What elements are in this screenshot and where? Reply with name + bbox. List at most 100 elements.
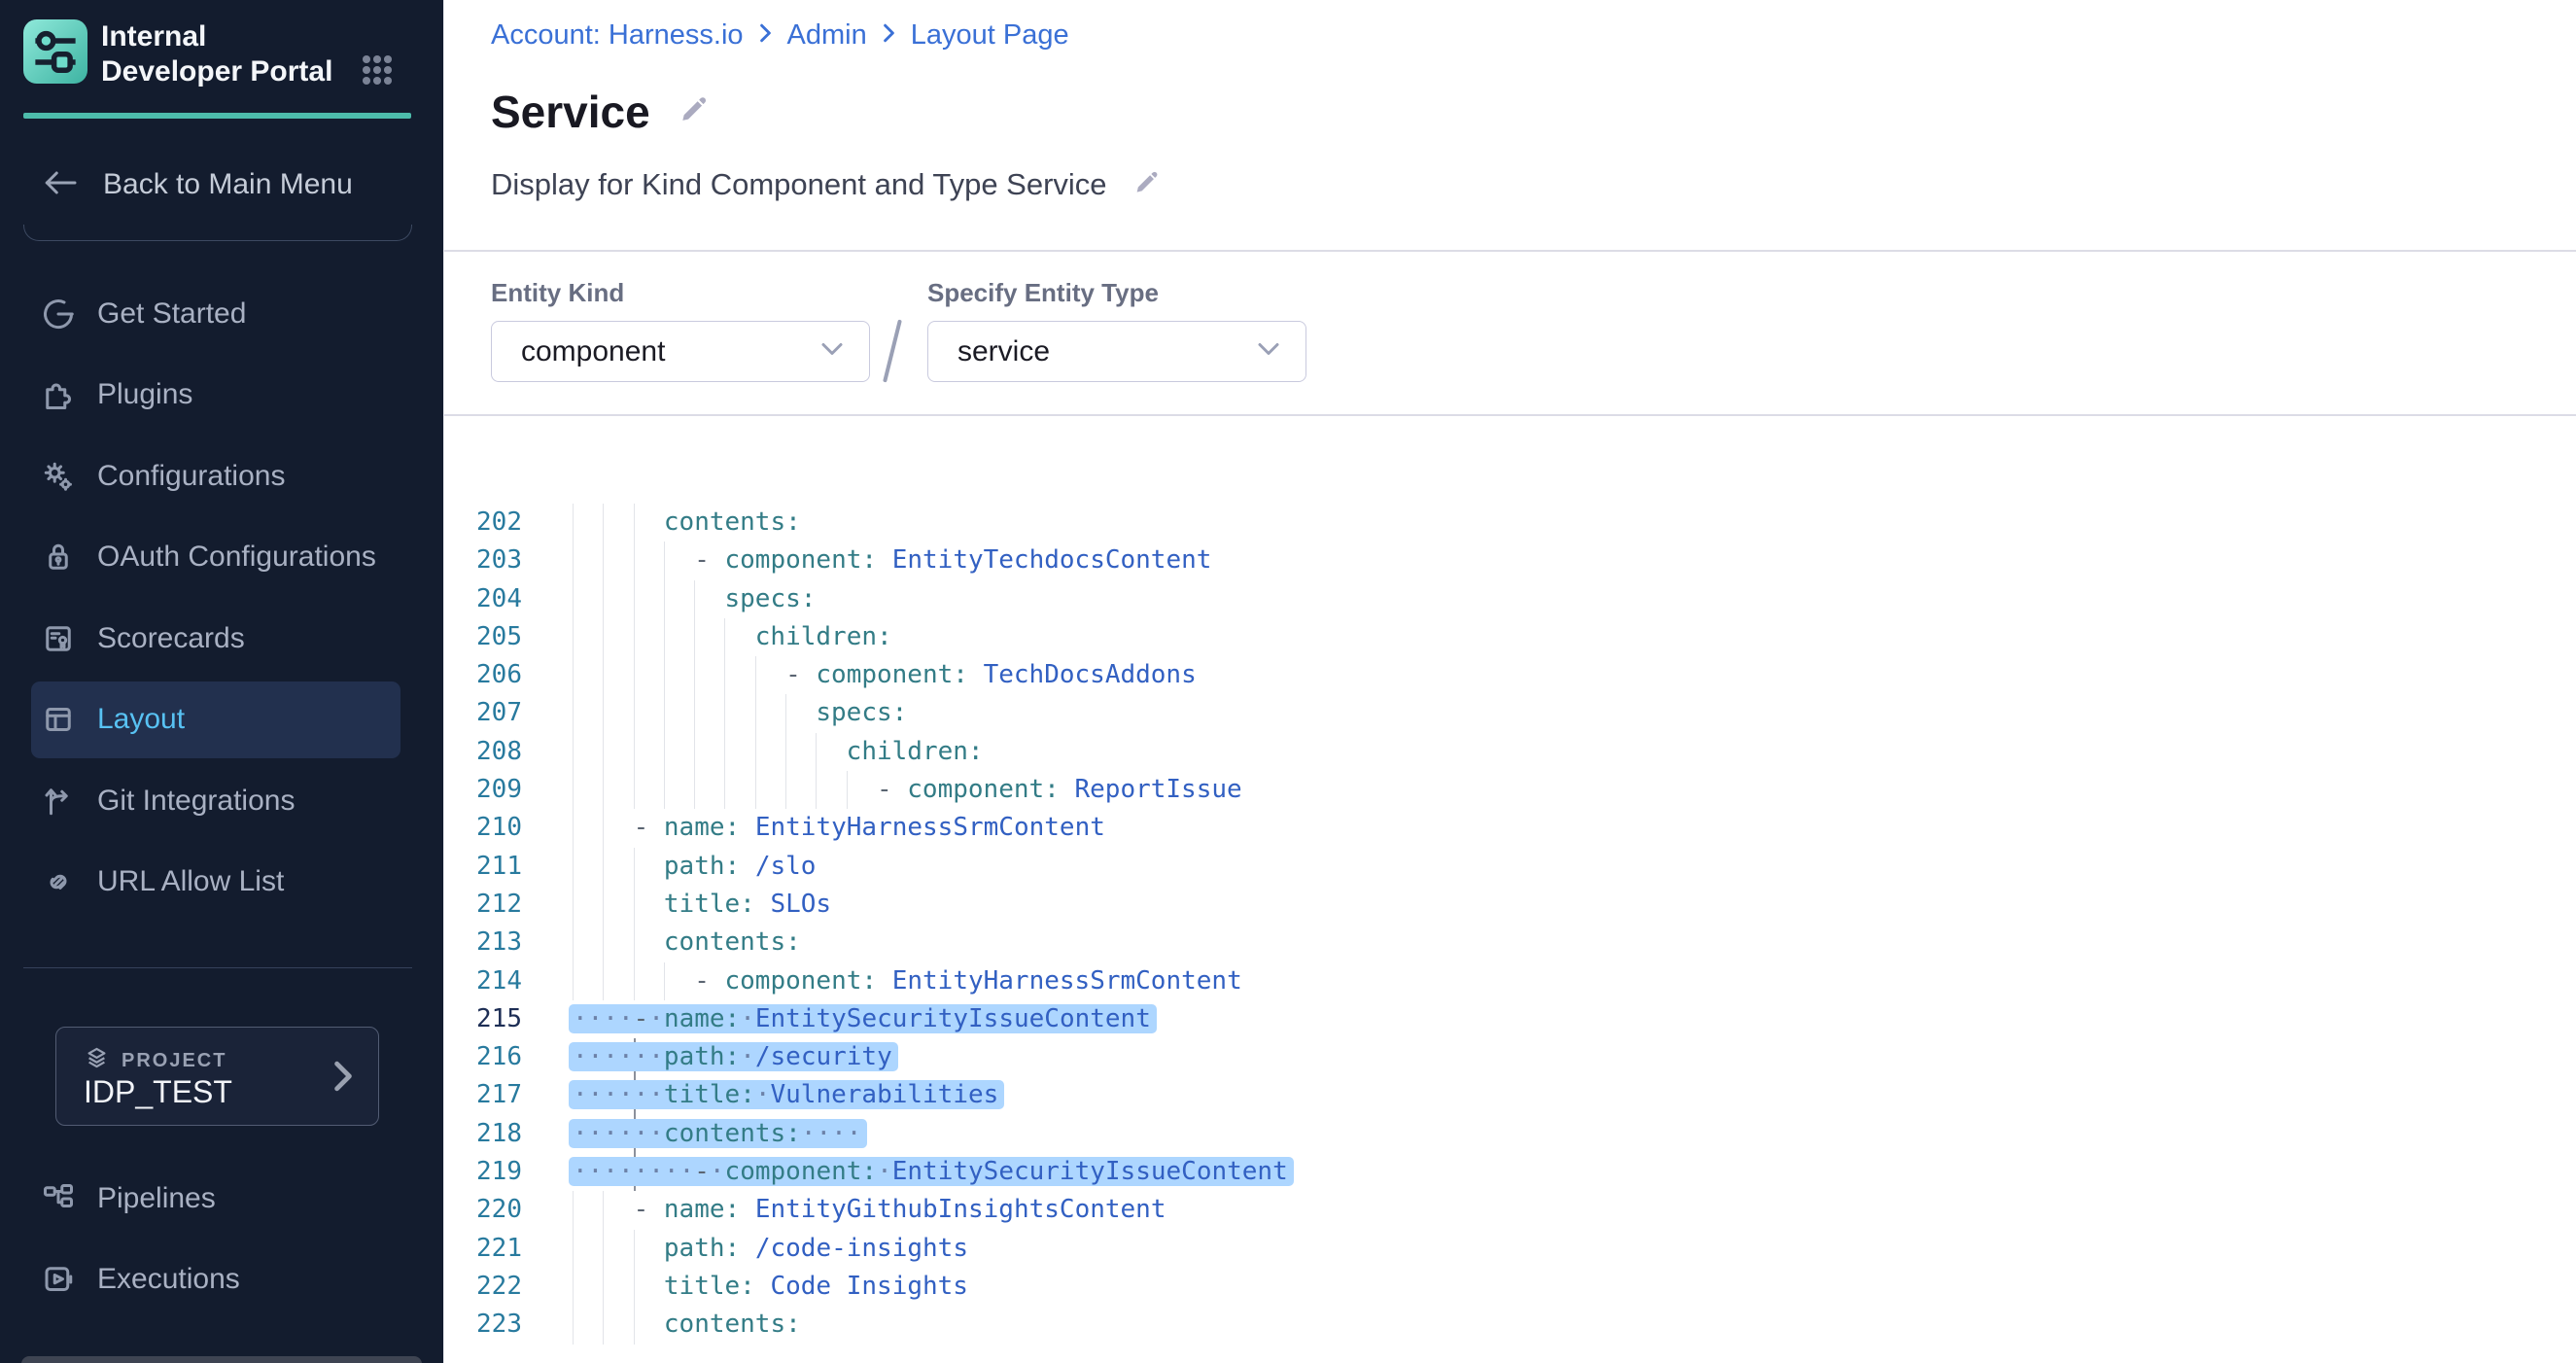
project-selector[interactable]: PROJECT IDP_TEST (55, 1027, 379, 1126)
get-started-icon (41, 297, 76, 332)
code-line[interactable]: 208children: (444, 733, 2576, 771)
line-number[interactable]: 219 (444, 1153, 522, 1191)
indent-guide (634, 886, 664, 924)
line-number[interactable]: 217 (444, 1076, 522, 1114)
sidebar-item-label: Layout (97, 703, 185, 736)
line-number[interactable]: 216 (444, 1038, 522, 1076)
code-line[interactable]: 206- component: TechDocsAddons (444, 656, 2576, 694)
code-line[interactable]: 202contents: (444, 504, 2576, 542)
indent-guide (634, 1230, 664, 1268)
breadcrumb-chevron-icon (759, 19, 772, 52)
layout-icon (41, 702, 76, 737)
selection-highlight: ····-·name:·EntitySecurityIssueContent (569, 1004, 1157, 1033)
code-line[interactable]: 209- component: ReportIssue (444, 771, 2576, 809)
indent-guide (755, 733, 785, 771)
code-line[interactable]: 218 ······contents:···· (444, 1115, 2576, 1153)
selection-highlight: ········-·component:·EntitySecurityIssue… (569, 1157, 1294, 1186)
indent-guide (573, 542, 603, 579)
line-number[interactable]: 204 (444, 580, 522, 618)
edit-title-pencil-icon[interactable] (678, 94, 709, 130)
code-line[interactable]: 205children: (444, 618, 2576, 656)
indent-guide (573, 504, 603, 542)
code-line[interactable]: 211path: /slo (444, 848, 2576, 886)
line-number[interactable]: 214 (444, 962, 522, 1000)
entity-kind-value: component (521, 335, 665, 368)
page-title: Service (491, 86, 650, 138)
sidebar-bottom-item[interactable] (21, 1356, 422, 1363)
line-number[interactable]: 206 (444, 656, 522, 694)
line-number[interactable]: 208 (444, 733, 522, 771)
entity-type-select[interactable]: service (927, 321, 1306, 382)
code-line[interactable]: 213contents: (444, 924, 2576, 961)
sidebar-item-executions[interactable]: Executions (0, 1240, 443, 1321)
sidebar-item-git-integrations[interactable]: Git Integrations (0, 760, 443, 842)
sidebar-item-get-started[interactable]: Get Started (0, 273, 443, 355)
code-line[interactable]: 203 - component: EntityTechdocsContent (444, 542, 2576, 579)
sidebar-item-url-allow-list[interactable]: URL Allow List (0, 842, 443, 924)
harness-idp-logo-icon[interactable] (23, 19, 87, 84)
back-to-main-menu-button[interactable]: Back to Main Menu (41, 163, 353, 206)
sidebar-item-layout[interactable]: Layout (0, 680, 443, 761)
line-number[interactable]: 209 (444, 771, 522, 809)
indent-guide (573, 580, 603, 618)
indent-guide (785, 694, 816, 732)
entity-kind-select[interactable]: component (491, 321, 870, 382)
line-number[interactable]: 215 (444, 1000, 522, 1038)
code-line-content: ······path:·/security (573, 1038, 898, 1076)
breadcrumb-chevron-icon (883, 19, 895, 52)
sidebar-item-configurations[interactable]: Configurations (0, 436, 443, 517)
code-line[interactable]: 214- component: EntityHarnessSrmContent (444, 962, 2576, 1000)
line-number[interactable]: 221 (444, 1230, 522, 1268)
code-line[interactable]: 210- name: EntityHarnessSrmContent (444, 809, 2576, 847)
code-line[interactable]: 217 ······title:·Vulnerabilities (444, 1076, 2576, 1114)
code-line[interactable]: 212title: SLOs (444, 886, 2576, 924)
indent-guide (634, 504, 664, 542)
sidebar-item-pipelines[interactable]: Pipelines (0, 1158, 443, 1240)
line-number[interactable]: 211 (444, 848, 522, 886)
line-number[interactable]: 222 (444, 1268, 522, 1306)
code-line[interactable]: 207specs: (444, 694, 2576, 732)
code-line[interactable]: 222title: Code Insights (444, 1268, 2576, 1306)
sidebar-item-plugins[interactable]: Plugins (0, 355, 443, 437)
sidebar-item-oauth-configurations[interactable]: OAuth Configurations (0, 517, 443, 599)
filters-divider (444, 414, 2576, 416)
edit-subtitle-pencil-icon[interactable] (1132, 169, 1160, 201)
code-line[interactable]: 223contents: (444, 1306, 2576, 1344)
code-line[interactable]: 204specs: (444, 580, 2576, 618)
code-line-content: ····-·name:·EntitySecurityIssueContent (573, 1000, 1157, 1038)
code-line[interactable]: 216 ······path:·/security (444, 1038, 2576, 1076)
indent-guide (694, 733, 724, 771)
chevron-right-icon (333, 1061, 353, 1097)
breadcrumb-link[interactable]: Layout Page (911, 19, 1069, 52)
line-number[interactable]: 205 (444, 618, 522, 656)
apps-grid-icon[interactable] (356, 49, 399, 91)
indent-guide (573, 962, 603, 1000)
line-number[interactable]: 210 (444, 809, 522, 847)
yaml-code-editor[interactable]: 202contents:203 - component: EntityTechdo… (444, 504, 2576, 1345)
code-line[interactable]: 219 ········-·component:·EntitySecurityIs… (444, 1153, 2576, 1191)
indent-guide (755, 694, 785, 732)
line-number[interactable]: 223 (444, 1306, 522, 1344)
line-number[interactable]: 212 (444, 886, 522, 924)
indent-guide (573, 1191, 603, 1229)
code-line[interactable]: 220- name: EntityGithubInsightsContent (444, 1191, 2576, 1229)
indent-guide (603, 1306, 633, 1344)
line-number[interactable]: 218 (444, 1115, 522, 1153)
accent-divider (23, 113, 411, 119)
breadcrumb-link[interactable]: Admin (787, 19, 867, 52)
breadcrumb-link[interactable]: Account: Harness.io (491, 19, 744, 52)
line-number[interactable]: 220 (444, 1191, 522, 1229)
line-number[interactable]: 213 (444, 924, 522, 961)
selection-highlight: ······contents:···· (569, 1119, 867, 1148)
line-number[interactable]: 207 (444, 694, 522, 732)
code-line-content: - component: EntityTechdocsContent (573, 542, 1211, 579)
code-line[interactable]: 221path: /code-insights (444, 1230, 2576, 1268)
sidebar-item-scorecards[interactable]: Scorecards (0, 598, 443, 680)
line-number[interactable]: 203 (444, 542, 522, 579)
indent-guide (603, 618, 633, 656)
code-line[interactable]: 215 ····-·name:·EntitySecurityIssueConten… (444, 1000, 2576, 1038)
line-number[interactable]: 202 (444, 504, 522, 542)
indent-guide (634, 656, 664, 694)
indent-guide (724, 733, 754, 771)
code-line-content: ······title:·Vulnerabilities (573, 1076, 1004, 1114)
